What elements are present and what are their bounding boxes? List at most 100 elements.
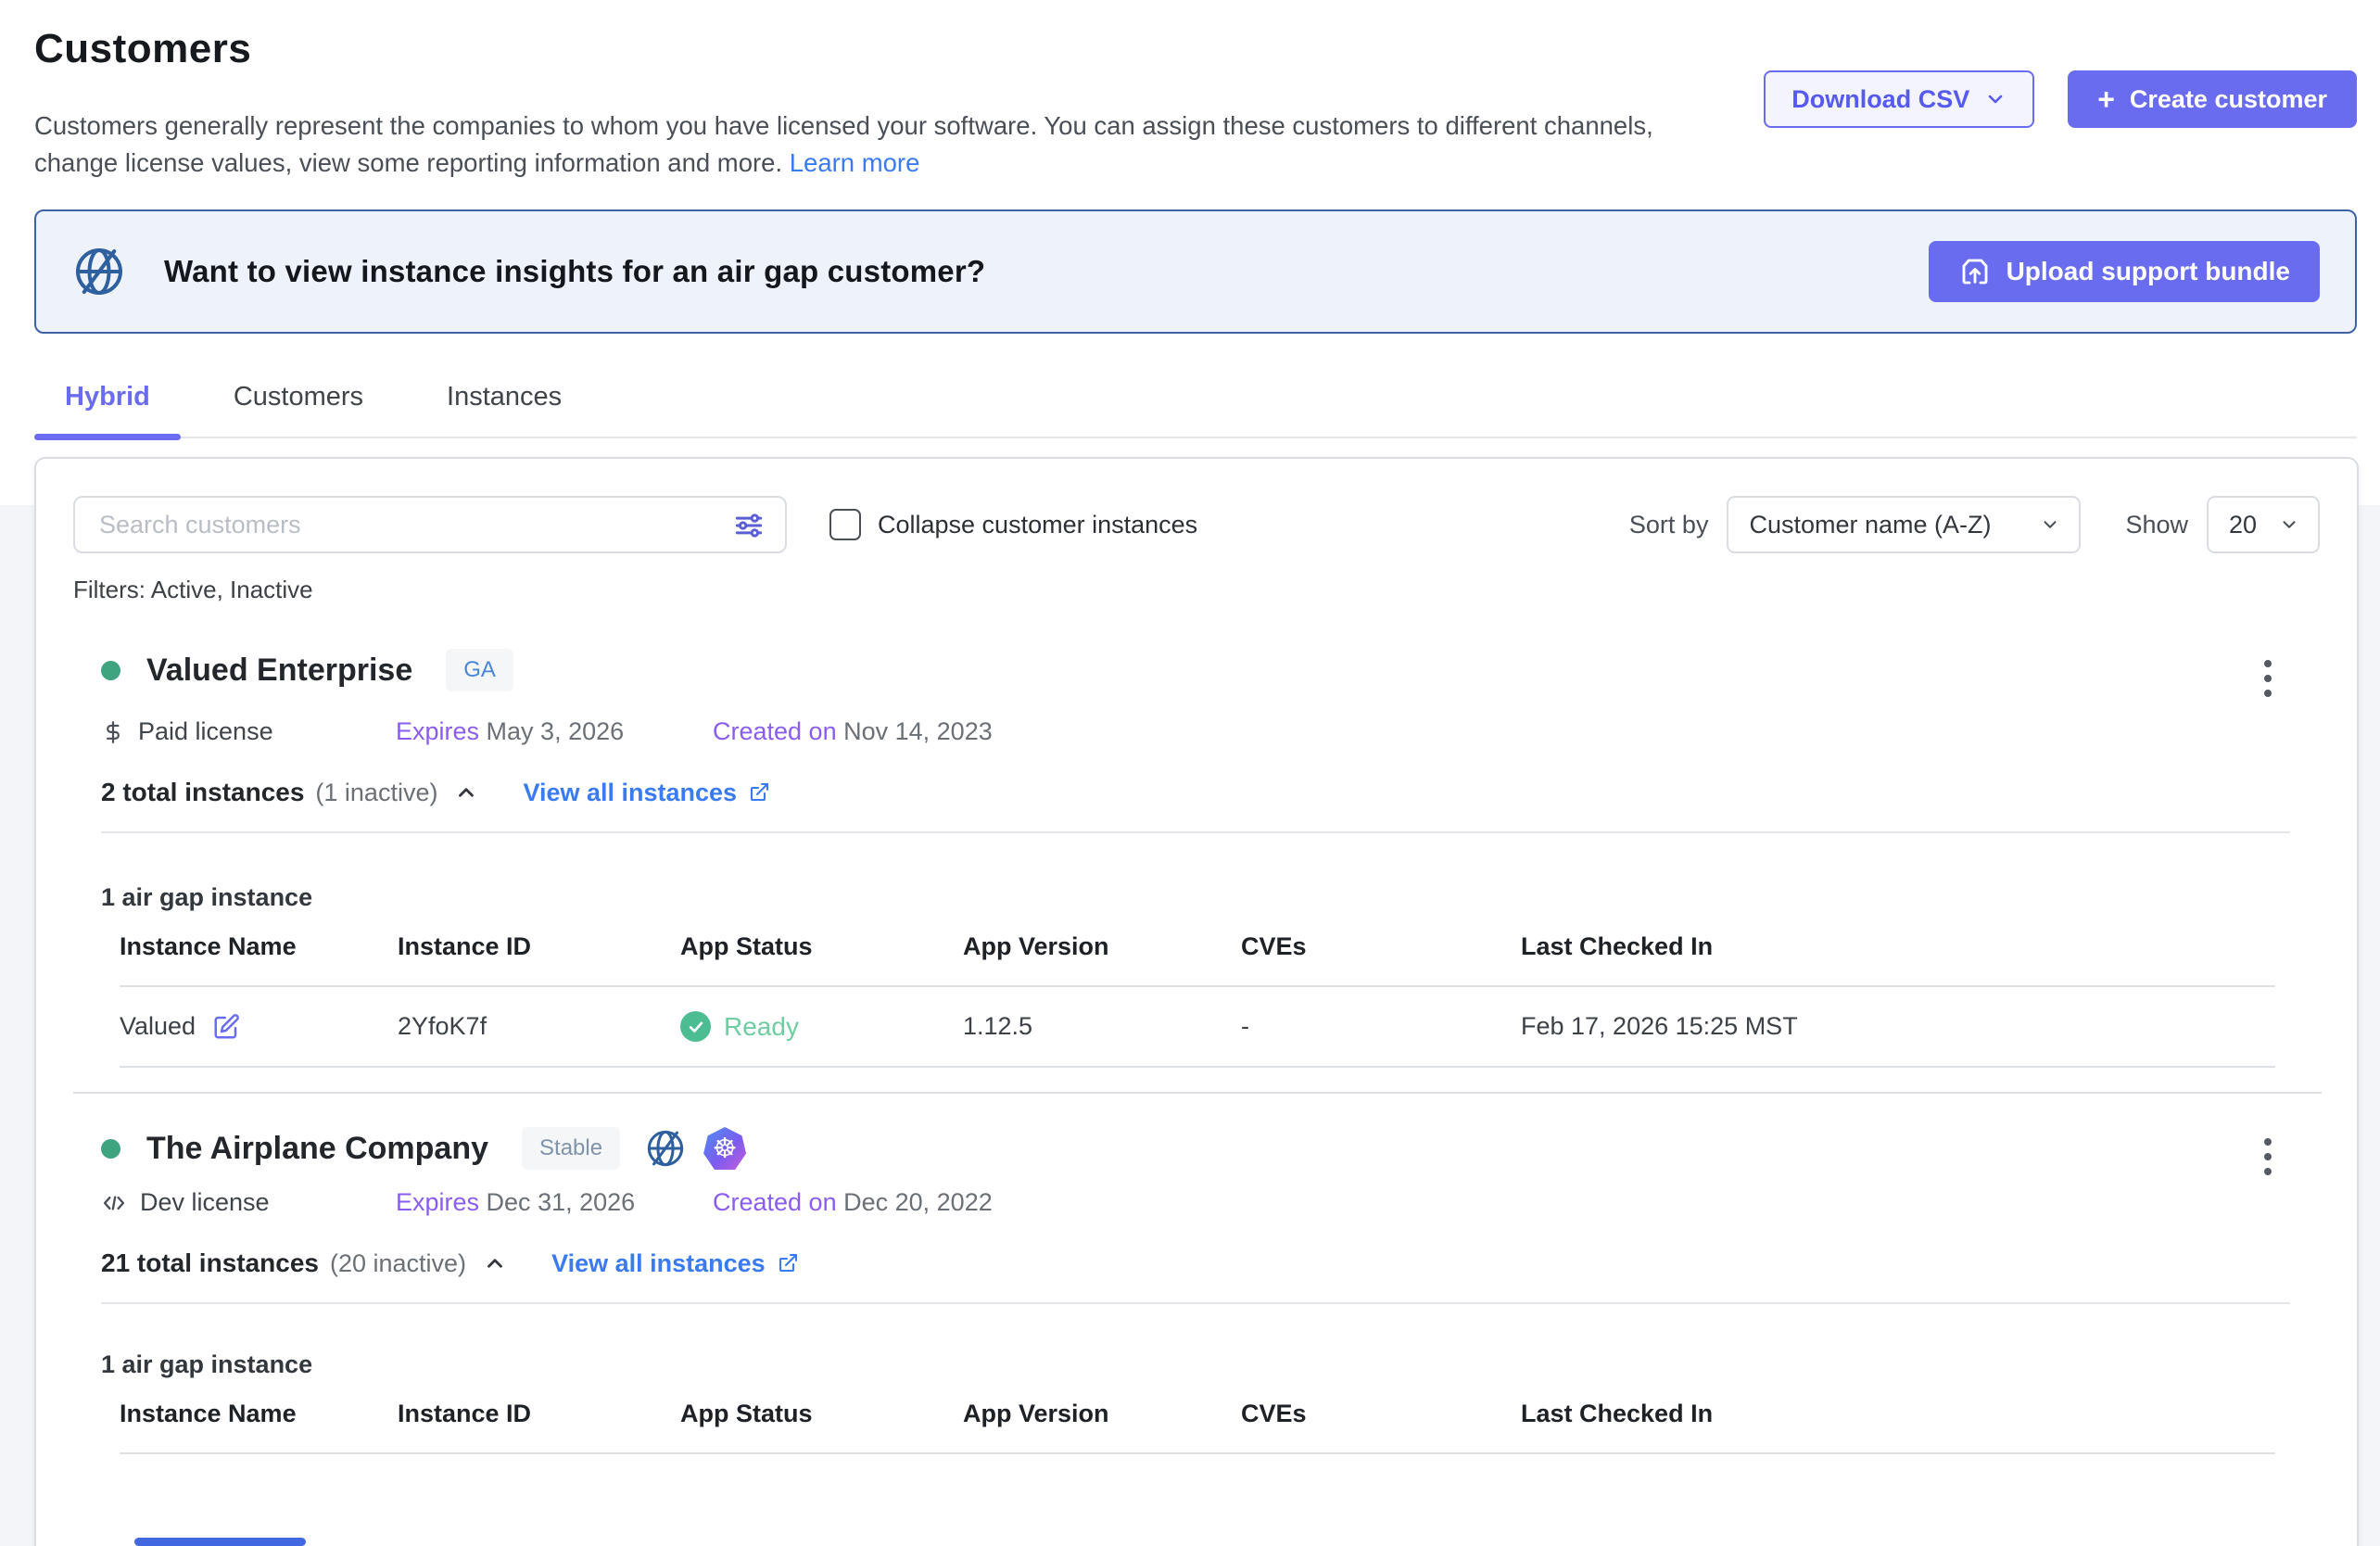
chevron-down-icon [1984,88,2007,110]
app-version-cell: 1.12.5 [963,986,1241,1067]
sort-show-controls: Sort by Customer name (A-Z) Show 20 [1629,496,2320,553]
page-description: Customers generally represent the compan… [34,108,1684,182]
expires-cell: Expires May 3, 2026 [396,717,661,746]
license-type-cell: Dev license [101,1188,396,1217]
learn-more-link[interactable]: Learn more [790,148,920,177]
customer-airplane-company: The Airplane Company Stable ☸ [73,1127,2320,1454]
sort-by-label: Sort by [1629,511,1709,539]
app-status-cell: Ready [680,1011,963,1042]
sort-select-value: Customer name (A-Z) [1749,511,1991,539]
external-link-icon [748,781,770,804]
create-customer-label: Create customer [2130,85,2327,114]
column-header-cves: CVEs [1241,932,1521,986]
channel-badge: Stable [522,1127,620,1170]
customers-page: Customers Customers generally represent … [0,0,2380,1546]
instances-summary-row: 21 total instances (20 inactive) View al… [101,1248,2320,1278]
tab-hybrid[interactable]: Hybrid [34,382,181,437]
search-input[interactable] [73,496,787,553]
column-header-last-checked-in: Last Checked In [1521,1400,2275,1453]
edit-icon[interactable] [212,1013,240,1041]
airgap-instance-heading: 1 air gap instance [101,1350,2320,1379]
inactive-count: (20 inactive) [330,1249,466,1278]
expires-label: Expires [396,717,479,745]
view-all-instances-link[interactable]: View all instances [523,779,770,807]
created-cell: Created on Nov 14, 2023 [713,717,993,746]
view-all-instances-label: View all instances [551,1249,766,1278]
tab-bar: Hybrid Customers Instances [34,382,2357,438]
column-header-instance-name: Instance Name [120,1400,398,1453]
created-value: Nov 14, 2023 [843,717,993,745]
download-csv-label: Download CSV [1791,85,1969,114]
instance-table: Instance Name Instance ID App Status App… [120,1400,2275,1454]
check-circle-icon [680,1011,711,1042]
customer-name[interactable]: Valued Enterprise [146,653,412,689]
page-gutter-right [2359,505,2380,1546]
column-header-last-checked-in: Last Checked In [1521,932,2275,986]
cves-cell: - [1241,986,1521,1067]
chevron-up-icon[interactable] [483,1251,507,1275]
last-checked-in-cell: Feb 17, 2026 15:25 MST [1521,986,2275,1067]
tab-instances[interactable]: Instances [416,382,592,437]
instance-table-header-row: Instance Name Instance ID App Status App… [120,1400,2275,1453]
external-link-icon [777,1252,799,1274]
expires-value: Dec 31, 2026 [487,1188,636,1216]
expires-value: May 3, 2026 [487,717,625,745]
create-customer-button[interactable]: + Create customer [2068,70,2357,128]
download-csv-button[interactable]: Download CSV [1764,70,2034,128]
created-cell: Created on Dec 20, 2022 [713,1188,993,1217]
airgap-banner: Want to view instance insights for an ai… [34,209,2357,334]
collapse-checkbox[interactable] [829,509,861,540]
plus-icon: + [2097,84,2115,114]
created-label: Created on [713,1188,837,1216]
collapse-label: Collapse customer instances [878,511,1197,539]
view-all-instances-label: View all instances [523,779,737,807]
dollar-icon [101,720,125,744]
chevron-up-icon[interactable] [454,780,478,805]
license-row: Dev license Expires Dec 31, 2026 Created… [101,1188,2320,1217]
instance-table-header-row: Instance Name Instance ID App Status App… [120,932,2275,986]
column-header-instance-id: Instance ID [398,1400,680,1453]
page-title: Customers [34,26,2357,72]
globe-slash-icon [644,1127,687,1170]
column-header-app-status: App Status [680,1400,963,1453]
upload-support-bundle-button[interactable]: Upload support bundle [1929,241,2320,302]
show-select[interactable]: 20 [2207,496,2320,553]
created-value: Dec 20, 2022 [843,1188,993,1216]
chevron-down-icon [2040,514,2060,535]
capability-icons: ☸ [644,1127,746,1170]
customer-header: The Airplane Company Stable ☸ [101,1127,2320,1170]
view-all-instances-link[interactable]: View all instances [551,1249,799,1278]
show-select-value: 20 [2229,511,2257,539]
divider [101,1302,2290,1304]
customer-valued-enterprise: Valued Enterprise GA Paid license Expire… [73,649,2320,1094]
sort-select[interactable]: Customer name (A-Z) [1727,496,2081,553]
expires-cell: Expires Dec 31, 2026 [396,1188,661,1217]
search-box [73,496,787,553]
license-row: Paid license Expires May 3, 2026 Created… [101,717,2320,746]
customers-card: Collapse customer instances Sort by Cust… [34,457,2359,1546]
filter-sliders-icon[interactable] [731,508,766,543]
horizontal-scrollbar-thumb[interactable] [134,1538,306,1546]
instances-summary-row: 2 total instances (1 inactive) View all … [101,778,2320,807]
kebab-menu-button[interactable] [2259,654,2277,703]
channel-badge: GA [446,649,513,691]
instance-name: Valued [120,1012,196,1041]
license-type: Dev license [140,1188,270,1217]
inactive-count: (1 inactive) [315,779,437,807]
header-actions: Download CSV + Create customer [1764,70,2357,128]
active-status-dot [101,1139,120,1159]
instance-name-cell: Valued [120,1012,398,1041]
column-header-app-version: App Version [963,1400,1241,1453]
list-controls: Collapse customer instances Sort by Cust… [73,496,2320,553]
app-status-text: Ready [724,1012,799,1042]
column-header-app-status: App Status [680,932,963,986]
airgap-instance-heading: 1 air gap instance [101,883,2320,912]
column-header-instance-id: Instance ID [398,932,680,986]
customer-name[interactable]: The Airplane Company [146,1131,488,1167]
code-icon [101,1190,127,1216]
kebab-menu-button[interactable] [2259,1133,2277,1181]
active-status-dot [101,661,120,680]
tab-customers[interactable]: Customers [203,382,394,437]
globe-slash-icon [71,244,127,299]
column-header-cves: CVEs [1241,1400,1521,1453]
